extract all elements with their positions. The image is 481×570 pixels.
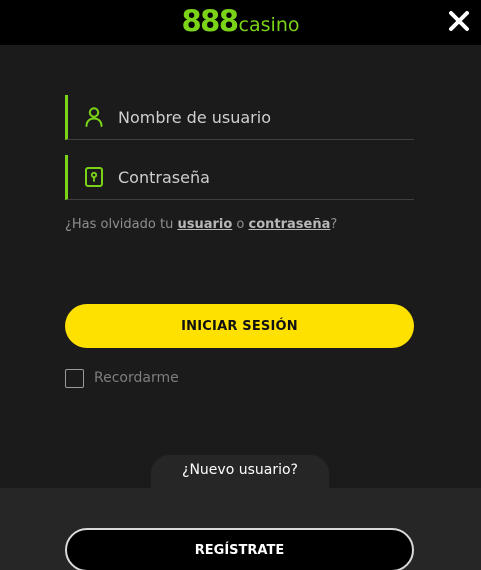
logo-number: 888 xyxy=(181,4,240,38)
username-field[interactable] xyxy=(65,95,414,140)
remember-me-label: Recordarme xyxy=(94,370,179,386)
888casino-logo: 888casino xyxy=(0,3,481,44)
forgot-credentials-text: ¿Has olvidado tu usuario o contraseña? xyxy=(65,216,414,234)
login-button[interactable]: INICIAR SESIÓN xyxy=(65,304,414,348)
forgot-username-link[interactable]: usuario xyxy=(177,217,232,232)
user-icon xyxy=(84,106,104,128)
password-field[interactable] xyxy=(65,155,414,200)
forgot-prefix: ¿Has olvidado tu xyxy=(65,217,178,232)
top-bar: 888casino xyxy=(0,0,481,45)
logo-word: casino xyxy=(238,14,300,36)
forgot-or: o xyxy=(232,217,249,232)
remember-me-option[interactable]: Recordarme xyxy=(65,368,179,388)
remember-me-checkbox[interactable] xyxy=(65,368,84,388)
close-button[interactable] xyxy=(444,6,474,36)
new-user-label: ¿Nuevo usuario? xyxy=(182,462,298,478)
forgot-suffix: ? xyxy=(330,217,338,232)
password-input[interactable] xyxy=(118,155,408,199)
username-input[interactable] xyxy=(118,95,408,139)
forgot-password-link[interactable]: contraseña xyxy=(249,217,331,232)
lock-icon xyxy=(84,166,104,188)
register-button[interactable]: REGÍSTRATE xyxy=(65,528,414,570)
close-icon xyxy=(449,11,469,31)
